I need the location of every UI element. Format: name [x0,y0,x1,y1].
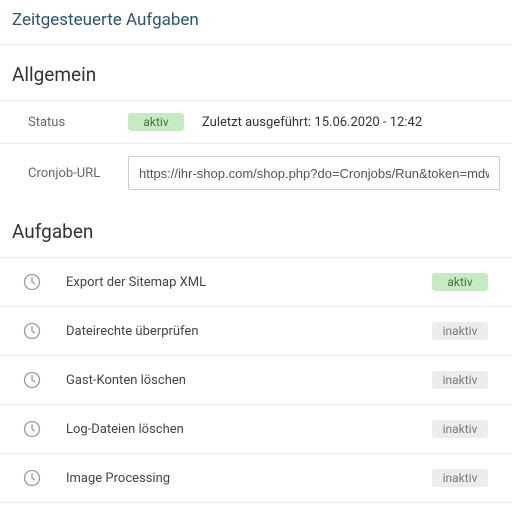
task-badge-wrap: inaktiv [420,420,500,438]
status-badge: aktiv [128,113,184,131]
clock-icon [22,370,48,390]
task-row[interactable]: Log-Dateien löschen inaktiv [0,404,512,453]
section-heading-general: Allgemein [0,45,512,100]
status-badge-inactive: inaktiv [432,371,488,389]
task-row[interactable]: Dateirechte überprüfen inaktiv [0,306,512,355]
cronjob-url-label: Cronjob-URL [28,166,128,181]
task-badge-wrap: inaktiv [420,469,500,487]
task-label: Dateirechte überprüfen [48,324,420,339]
last-run-text: Zuletzt ausgeführt: 15.06.2020 - 12:42 [202,115,422,130]
task-row[interactable]: Gast-Konten löschen inaktiv [0,355,512,404]
task-label: Log-Dateien löschen [48,422,420,437]
tasks-bottom-border [0,502,512,506]
status-content: aktiv Zuletzt ausgeführt: 15.06.2020 - 1… [128,113,500,131]
task-row[interactable]: Image Processing inaktiv [0,453,512,502]
task-label: Image Processing [48,471,420,486]
task-row[interactable]: Export der Sitemap XML aktiv [0,257,512,306]
cronjob-url-input[interactable] [128,156,500,190]
task-label: Gast-Konten löschen [48,373,420,388]
page-root: Zeitgesteuerte Aufgaben Allgemein Status… [0,0,512,506]
page-title: Zeitgesteuerte Aufgaben [0,0,512,44]
clock-icon [22,419,48,439]
clock-icon [22,468,48,488]
task-badge-wrap: aktiv [420,273,500,291]
status-badge-inactive: inaktiv [432,420,488,438]
status-label: Status [28,115,128,130]
tasks-list: Export der Sitemap XML aktiv Dateirechte ü… [0,257,512,502]
clock-icon [22,272,48,292]
cronjob-url-content [128,156,500,190]
status-badge-active: aktiv [432,273,488,291]
status-row: Status aktiv Zuletzt ausgeführt: 15.06.2… [0,100,512,143]
status-badge-inactive: inaktiv [432,469,488,487]
task-label: Export der Sitemap XML [48,275,420,290]
task-badge-wrap: inaktiv [420,322,500,340]
task-badge-wrap: inaktiv [420,371,500,389]
section-heading-tasks: Aufgaben [0,202,512,257]
status-badge-inactive: inaktiv [432,322,488,340]
cronjob-url-row: Cronjob-URL [0,143,512,202]
clock-icon [22,321,48,341]
